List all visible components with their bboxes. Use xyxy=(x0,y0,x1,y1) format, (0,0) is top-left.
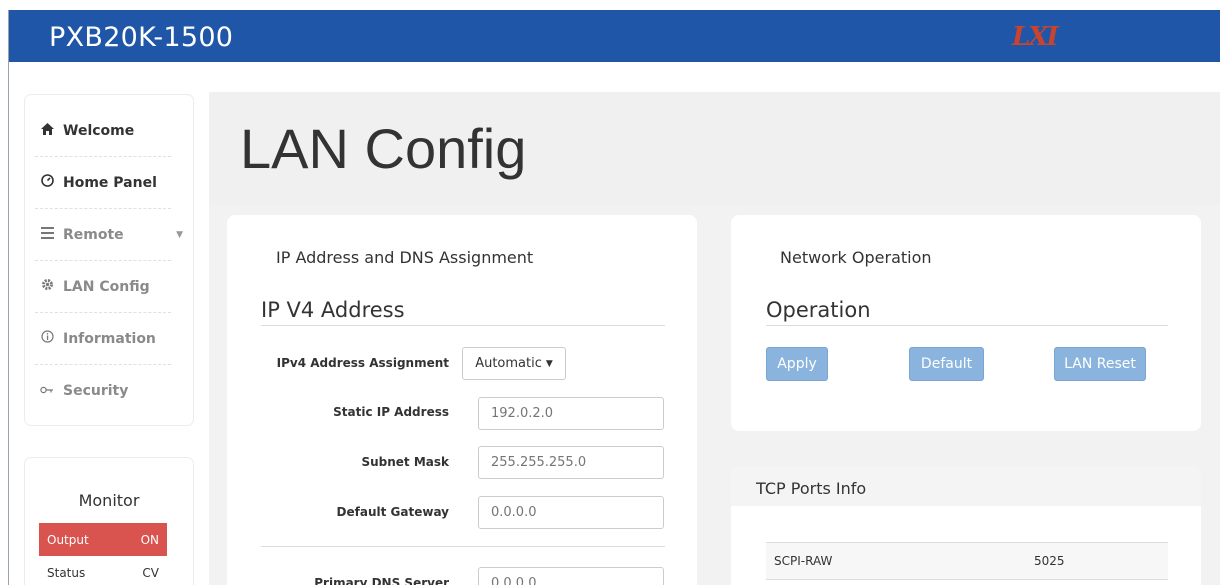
sidebar-item-label: Remote xyxy=(63,226,124,243)
sidebar-item-remote[interactable]: Remote ▼ xyxy=(35,209,183,261)
monitor-row-label: Output xyxy=(47,532,89,547)
network-panel-heading: Network Operation xyxy=(780,248,932,267)
sidebar-nav: Welcome Home Panel Remote ▼ LAN Config I… xyxy=(25,95,193,425)
sidebar-item-label: Home Panel xyxy=(63,174,157,191)
ipv4-assignment-dropdown[interactable]: Automatic ▼ xyxy=(462,347,566,380)
monitor-row-output: Output ON xyxy=(39,523,167,556)
monitor-row-label: Status xyxy=(47,565,86,580)
monitor-panel: Monitor Output ON Status CV xyxy=(25,458,193,585)
port-number: 5025 xyxy=(1034,554,1065,568)
dropdown-value: Automatic xyxy=(475,356,542,371)
sidebar-item-welcome[interactable]: Welcome xyxy=(35,105,171,157)
ip-panel-heading: IP Address and DNS Assignment xyxy=(276,248,534,267)
key-icon xyxy=(39,383,55,398)
table-row: SCPI-RAW 5025 xyxy=(766,542,1168,580)
sidebar-item-label: Welcome xyxy=(63,122,135,139)
apply-button[interactable]: Apply xyxy=(766,347,828,381)
sidebar-item-home-panel[interactable]: Home Panel xyxy=(35,157,171,209)
sidebar-item-label: Information xyxy=(63,330,156,347)
top-bar: PXB20K-1500 LXI xyxy=(9,10,1220,62)
monitor-title: Monitor xyxy=(78,491,140,510)
section-divider xyxy=(261,325,665,326)
info-icon xyxy=(39,330,55,347)
app-frame: PXB20K-1500 LXI Welcome Home Panel Remot… xyxy=(8,10,1220,585)
subnet-mask-input[interactable] xyxy=(478,446,664,479)
caret-down-icon: ▼ xyxy=(545,358,553,369)
home-icon xyxy=(39,122,55,139)
header-spacer xyxy=(9,62,1220,92)
sidebar-item-lan-config[interactable]: LAN Config xyxy=(35,261,171,313)
default-gateway-label: Default Gateway xyxy=(336,505,449,519)
page-title: LAN Config xyxy=(240,117,527,180)
static-ip-label: Static IP Address xyxy=(333,405,449,419)
ipv4-section-title: IP V4 Address xyxy=(261,298,405,322)
ipv4-assignment-label: IPv4 Address Assignment xyxy=(276,356,449,370)
static-ip-input[interactable] xyxy=(478,397,664,430)
sidebar-item-security[interactable]: Security xyxy=(35,365,171,416)
sidebar-item-label: LAN Config xyxy=(63,278,150,295)
default-gateway-input[interactable] xyxy=(478,496,664,529)
app-title: PXB20K-1500 xyxy=(49,22,234,53)
gear-icon xyxy=(39,278,55,295)
default-button[interactable]: Default xyxy=(909,347,984,381)
port-name: SCPI-RAW xyxy=(774,554,833,568)
tcp-panel-heading: TCP Ports Info xyxy=(756,479,867,498)
subnet-mask-label: Subnet Mask xyxy=(361,455,449,469)
sidebar-item-label: Security xyxy=(63,382,129,399)
chevron-down-icon: ▼ xyxy=(176,229,183,240)
page-header: LAN Config xyxy=(209,92,1220,205)
monitor-row-status: Status CV xyxy=(39,556,167,585)
operation-section-title: Operation xyxy=(766,298,871,322)
operation-divider xyxy=(766,325,1168,326)
dns-divider xyxy=(261,546,665,547)
monitor-row-value: CV xyxy=(142,565,159,580)
monitor-row-value: ON xyxy=(140,532,159,547)
lxi-logo: LXI xyxy=(1012,22,1059,52)
lan-reset-button[interactable]: LAN Reset xyxy=(1054,347,1146,381)
dashboard-icon xyxy=(39,174,55,191)
primary-dns-label: Primary DNS Server xyxy=(314,576,449,585)
list-icon xyxy=(39,226,55,243)
primary-dns-input[interactable] xyxy=(478,567,664,585)
sidebar-item-information[interactable]: Information xyxy=(35,313,171,365)
